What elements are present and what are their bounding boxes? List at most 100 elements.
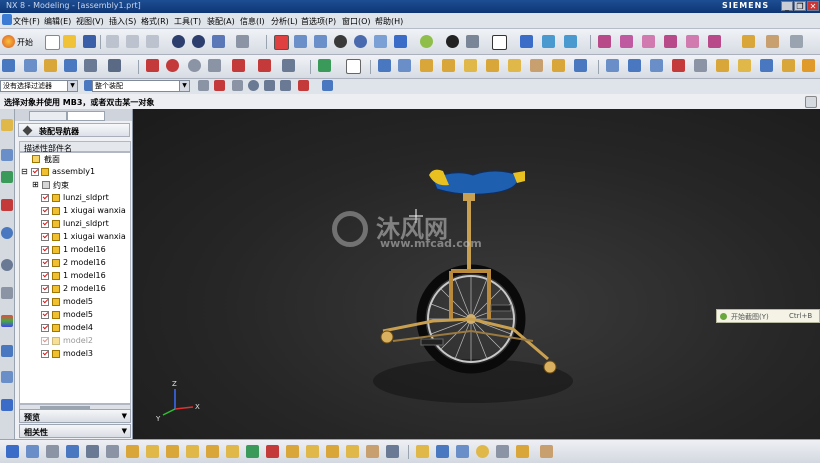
menu-window[interactable]: 窗口(O) — [342, 16, 371, 27]
visibility-checkbox[interactable] — [41, 220, 49, 228]
zoom-in-out-icon[interactable] — [334, 35, 347, 48]
cylinder-icon[interactable] — [442, 59, 455, 72]
visibility-checkbox[interactable] — [41, 194, 49, 202]
new-component-icon[interactable] — [146, 445, 159, 458]
add-component-icon[interactable] — [44, 59, 57, 72]
circle-icon[interactable] — [188, 59, 201, 72]
snap-toggle-icon[interactable] — [214, 80, 225, 91]
mirror-assembly-icon[interactable] — [206, 445, 219, 458]
tree-item-part[interactable]: 1 model16 — [20, 244, 130, 257]
menu-insert[interactable]: 插入(S) — [109, 16, 136, 27]
ruler-icon[interactable] — [766, 35, 779, 48]
visibility-checkbox[interactable] — [31, 168, 39, 176]
chamfer-icon[interactable] — [628, 59, 641, 72]
quick-pick-icon[interactable] — [322, 80, 333, 91]
tree-item-sections[interactable]: 截面 — [20, 153, 130, 166]
close-button[interactable]: ✕ — [807, 1, 819, 11]
assembly-tool-icon[interactable] — [6, 445, 19, 458]
menu-assemblies[interactable]: 装配(A) — [207, 16, 235, 27]
arc-icon[interactable] — [166, 59, 179, 72]
part-navigator-tab-icon[interactable] — [1, 171, 13, 183]
tree-item-part[interactable]: model5 — [20, 309, 130, 322]
menu-file[interactable]: 文件(F) — [13, 16, 40, 27]
visibility-checkbox[interactable] — [41, 246, 49, 254]
spline-icon[interactable] — [208, 59, 221, 72]
tree-item-part[interactable]: model4 — [20, 322, 130, 335]
dependencies-panel[interactable]: 相关性 ▼ — [19, 424, 131, 438]
pocket-icon[interactable] — [552, 59, 565, 72]
menu-tools[interactable]: 工具(T) — [174, 16, 201, 27]
revolve-icon[interactable] — [398, 59, 411, 72]
measure-icon[interactable] — [742, 35, 755, 48]
visibility-checkbox[interactable] — [41, 272, 49, 280]
assembly-constraints-icon[interactable] — [246, 445, 259, 458]
assembly-tool-icon[interactable] — [26, 445, 39, 458]
scope-select[interactable]: 整个装配 ▼ — [92, 80, 190, 92]
move-component-icon[interactable] — [226, 445, 239, 458]
move-icon[interactable] — [542, 35, 555, 48]
new-parent-icon[interactable] — [166, 445, 179, 458]
sequence-icon[interactable] — [326, 445, 339, 458]
column-header[interactable]: 描述性部件名 — [19, 141, 131, 153]
sew-icon[interactable] — [802, 59, 815, 72]
clearance-icon[interactable] — [366, 445, 379, 458]
assembly-tool-icon[interactable] — [516, 445, 529, 458]
assembly-tool-icon[interactable] — [106, 445, 119, 458]
datum-icon[interactable] — [318, 59, 331, 72]
sphere-icon[interactable] — [486, 59, 499, 72]
visibility-checkbox[interactable] — [41, 311, 49, 319]
select-all-icon[interactable] — [198, 80, 209, 91]
tree-item-root-assembly[interactable]: ⊟ assembly1 — [20, 166, 130, 179]
add-component-icon[interactable] — [126, 445, 139, 458]
mirror-icon[interactable] — [694, 59, 707, 72]
history-tab-icon[interactable] — [1, 259, 13, 271]
visibility-checkbox[interactable] — [41, 259, 49, 267]
tree-item-part[interactable]: model5 — [20, 296, 130, 309]
snap-end-icon[interactable] — [620, 35, 633, 48]
open-folder-icon[interactable] — [63, 35, 76, 48]
menu-preferences[interactable]: 首选项(P) — [301, 16, 336, 27]
unite-icon[interactable] — [574, 59, 587, 72]
trim-body-icon[interactable] — [716, 59, 729, 72]
lasso-icon[interactable] — [248, 80, 259, 91]
deselect-icon[interactable] — [232, 80, 243, 91]
copy-icon[interactable] — [126, 35, 139, 48]
assembly-tool-icon[interactable] — [386, 445, 399, 458]
cue-line-close-icon[interactable] — [805, 96, 817, 108]
undo-icon[interactable] — [172, 35, 185, 48]
toolbar-options-icon[interactable] — [790, 35, 803, 48]
tree-item-constraints[interactable]: ⊞ 约束 — [20, 179, 130, 192]
move-component-icon[interactable] — [108, 59, 121, 72]
paste-icon[interactable] — [146, 35, 159, 48]
expand-icon[interactable]: ⊞ — [32, 180, 39, 189]
redo-icon[interactable] — [192, 35, 205, 48]
tree-item-part[interactable]: model2 — [20, 335, 130, 348]
mate-icon[interactable] — [84, 59, 97, 72]
assembly-icon[interactable] — [2, 59, 15, 72]
assembly-tool-icon[interactable] — [496, 445, 509, 458]
preview-panel[interactable]: 预览 ▼ — [19, 409, 131, 423]
constraint-navigator-tab-icon[interactable] — [1, 149, 13, 161]
navigator-tab[interactable] — [29, 111, 67, 121]
menu-information[interactable]: 信息(I) — [240, 16, 265, 27]
background-icon[interactable] — [466, 35, 479, 48]
visualization-tab-icon[interactable] — [1, 371, 13, 383]
sketch-icon[interactable] — [346, 59, 361, 74]
reuse-library-tab-icon[interactable] — [1, 199, 13, 211]
block-icon[interactable] — [420, 59, 433, 72]
assembly-tool-icon[interactable] — [86, 445, 99, 458]
show-constraints-icon[interactable] — [266, 445, 279, 458]
component-icon[interactable] — [24, 59, 37, 72]
fit-icon[interactable] — [274, 35, 289, 50]
pin-icon[interactable] — [22, 125, 33, 136]
edge-blend-icon[interactable] — [606, 59, 619, 72]
snap-intersect-icon[interactable] — [708, 35, 721, 48]
line-icon[interactable] — [146, 59, 159, 72]
hole-icon[interactable] — [508, 59, 521, 72]
command-finder-icon[interactable] — [236, 35, 249, 48]
assembly-tool-icon[interactable] — [540, 445, 553, 458]
box-select-icon[interactable] — [298, 80, 309, 91]
zoom-window-icon[interactable] — [294, 35, 307, 48]
tree-item-part[interactable]: 1 xiugai wanxia — [20, 231, 130, 244]
rotate-icon[interactable] — [354, 35, 367, 48]
